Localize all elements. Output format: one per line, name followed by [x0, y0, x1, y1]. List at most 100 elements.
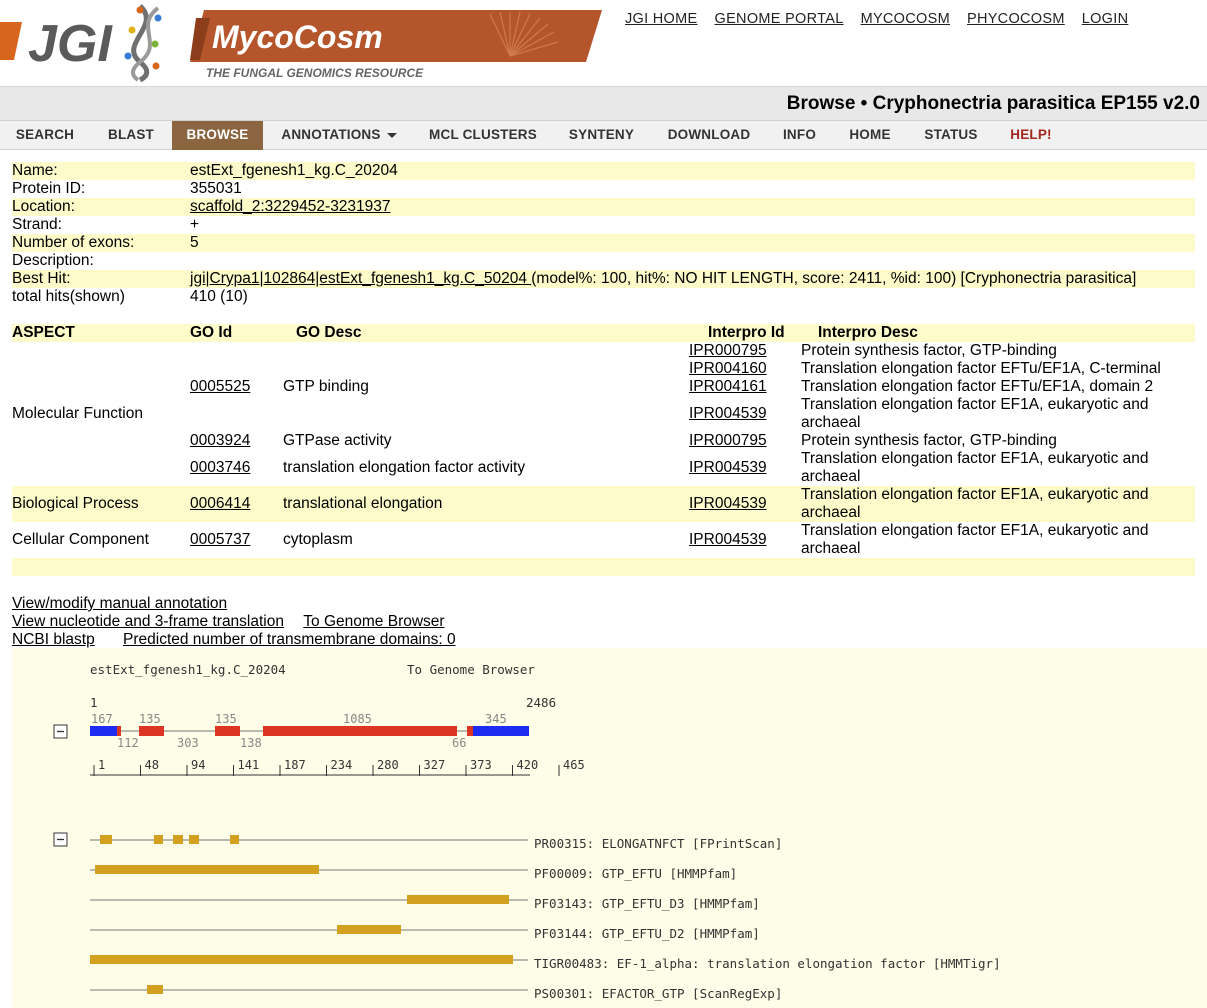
- genome-portal-link[interactable]: GENOME PORTAL: [715, 11, 844, 27]
- exon-2: [139, 726, 164, 736]
- strand-label: Strand:: [12, 216, 62, 233]
- jgi-logo-text: JGI: [28, 15, 113, 73]
- segment-length-label: 135: [215, 712, 237, 726]
- cellular-component-aspect: Cellular Component: [12, 531, 149, 548]
- info-row-name: Name: estExt_fgenesh1_kg.C_20204: [12, 162, 1195, 180]
- nav-home[interactable]: HOME: [833, 121, 907, 150]
- go-id-0005737-link[interactable]: 0005737: [190, 531, 250, 549]
- utr-5-prime: [90, 726, 119, 736]
- go-row-cellular-component: Cellular Component 0005737 cytoplasm IPR…: [12, 522, 1195, 558]
- ruler-tick-label: 420: [517, 758, 539, 772]
- transmembrane-domains-link[interactable]: Predicted number of transmembrane domain…: [123, 631, 456, 648]
- domain-track-tigr00483: TIGR00483: EF-1_alpha: translation elong…: [90, 955, 1001, 971]
- info-row-description: Description:: [12, 252, 1195, 270]
- protein-id-label: Protein ID:: [12, 180, 86, 197]
- nav-help[interactable]: HELP!: [995, 121, 1067, 150]
- nav-download[interactable]: DOWNLOAD: [652, 121, 766, 150]
- interpro-desc: Translation elongation factor EF1A, euka…: [801, 522, 1149, 539]
- go-id-0005525-link[interactable]: 0005525: [190, 378, 250, 396]
- best-hit-link[interactable]: jgi|Crypa1|102864|estExt_fgenesh1_kg.C_5…: [190, 270, 531, 287]
- interpro-link[interactable]: IPR000795: [689, 342, 767, 360]
- mycocosm-logo-subtitle: THE FUNGAL GENOMICS RESOURCE: [206, 66, 424, 80]
- info-row-best-hit: Best Hit: jgi|Crypa1|102864|estExt_fgene…: [12, 270, 1195, 288]
- gene-name-label: estExt_fgenesh1_kg.C_20204: [90, 662, 286, 677]
- interpro-link[interactable]: IPR004161: [689, 378, 767, 396]
- location-link[interactable]: scaffold_2:3229452-3231937: [190, 198, 391, 215]
- go-row-molecular-function: Molecular Function 0005525 GTP binding I…: [12, 342, 1195, 486]
- location-label: Location:: [12, 198, 75, 215]
- nav-info[interactable]: INFO: [766, 121, 833, 150]
- interpro-link[interactable]: IPR004539: [689, 531, 767, 549]
- interpro-link[interactable]: IPR004539: [689, 405, 767, 423]
- nav-synteny[interactable]: SYNTENY: [551, 121, 652, 150]
- view-nucleotide-link[interactable]: View nucleotide and 3-frame translation: [12, 613, 284, 630]
- mycocosm-logo[interactable]: MycoCosm THE FUNGAL GENOMICS RESOURCE: [190, 10, 602, 82]
- go-id-0003924-link[interactable]: 0003924: [190, 432, 250, 450]
- go-id-0003746-link[interactable]: 0003746: [190, 459, 250, 477]
- login-link[interactable]: LOGIN: [1082, 11, 1129, 27]
- protein-id-value: 355031: [190, 180, 242, 197]
- top-links: JGI HOME GENOME PORTAL MYCOCOSM PHYCOCOS…: [625, 11, 1128, 27]
- exon-1: [117, 726, 121, 736]
- nav-annotations[interactable]: ANNOTATIONS: [263, 121, 415, 150]
- segment-length-label: 138: [240, 736, 262, 750]
- description-label: Description:: [12, 252, 94, 269]
- collapse-domains-icon[interactable]: [53, 832, 68, 847]
- mycocosm-link[interactable]: MYCOCOSM: [861, 11, 950, 27]
- domain-track-pr00315: PR00315: ELONGATNFCT [FPrintScan]: [90, 835, 782, 851]
- interpro-desc: Translation elongation factor EF1A, euka…: [801, 450, 1149, 467]
- exons-label: Number of exons:: [12, 234, 135, 251]
- aspect-header: ASPECT: [12, 324, 75, 341]
- total-hits-label: total hits(shown): [12, 288, 125, 305]
- exon-4: [263, 726, 457, 736]
- nav-browse[interactable]: BROWSE: [172, 121, 263, 150]
- phycocosm-link[interactable]: PHYCOCOSM: [967, 11, 1065, 27]
- to-genome-browser-link[interactable]: To Genome Browser: [303, 613, 444, 630]
- ruler-tick-label: 280: [377, 758, 399, 772]
- name-label: Name:: [12, 162, 58, 179]
- action-links: View/modify manual annotation View nucle…: [12, 595, 456, 649]
- ruler-tick-label: 327: [424, 758, 446, 772]
- graphic-genome-browser-link[interactable]: To Genome Browser: [407, 662, 535, 677]
- gene-end-label: 2486: [526, 695, 556, 710]
- interpro-link[interactable]: IPR004160: [689, 360, 767, 378]
- collapse-gene-icon[interactable]: [53, 724, 68, 739]
- go-desc-gtp-binding: GTP binding: [283, 378, 369, 395]
- interpro-link[interactable]: IPR000795: [689, 432, 767, 450]
- biological-process-aspect: Biological Process: [12, 495, 139, 512]
- nav-status[interactable]: STATUS: [907, 121, 995, 150]
- jgi-home-link[interactable]: JGI HOME: [625, 11, 698, 27]
- segment-length-labels-lower: 112 303 138 66: [117, 736, 466, 750]
- domain-label-tigr00483: TIGR00483: EF-1_alpha: translation elong…: [534, 956, 1001, 971]
- nav-search[interactable]: SEARCH: [0, 121, 90, 150]
- segment-length-label: 345: [485, 712, 507, 726]
- exons-value: 5: [190, 234, 199, 251]
- domain-segment: [337, 925, 401, 934]
- page-title: Browse • Cryphonectria parasitica EP155 …: [786, 93, 1200, 114]
- info-row-location: Location: scaffold_2:3229452-3231937: [12, 198, 1195, 216]
- nav-blast[interactable]: BLAST: [90, 121, 172, 150]
- go-desc-translational-elongation: translational elongation: [283, 495, 443, 512]
- interpro-desc: Protein synthesis factor, GTP-binding: [801, 432, 1057, 449]
- nav-annotations-label: ANNOTATIONS: [281, 127, 381, 142]
- name-value: estExt_fgenesh1_kg.C_20204: [190, 162, 398, 179]
- interpro-desc: archaeal: [801, 468, 861, 485]
- interpro-link[interactable]: IPR004539: [689, 459, 767, 477]
- domain-segment: [173, 835, 183, 844]
- ruler-tick-label: 1: [98, 758, 105, 772]
- jgi-logo[interactable]: JGI: [0, 0, 180, 86]
- nav-mcl-clusters[interactable]: MCL CLUSTERS: [415, 121, 551, 150]
- interpro-link[interactable]: IPR004539: [689, 495, 767, 513]
- domain-segment: [407, 895, 509, 904]
- go-id-header: GO Id: [190, 324, 233, 341]
- segment-length-label: 303: [177, 736, 199, 750]
- view-modify-annotation-link[interactable]: View/modify manual annotation: [12, 595, 227, 612]
- domain-track-pf03143: PF03143: GTP_EFTU_D3 [HMMPfam]: [90, 895, 760, 911]
- domain-segment: [230, 835, 239, 844]
- segment-length-label: 66: [452, 736, 466, 750]
- domain-label-pr00315: PR00315: ELONGATNFCT [FPrintScan]: [534, 836, 782, 851]
- ncbi-blastp-link[interactable]: NCBI blastp: [12, 631, 95, 648]
- ruler-tick-label: 48: [145, 758, 159, 772]
- info-row-protein: Protein ID: 355031: [12, 180, 1195, 198]
- go-id-0006414-link[interactable]: 0006414: [190, 495, 250, 513]
